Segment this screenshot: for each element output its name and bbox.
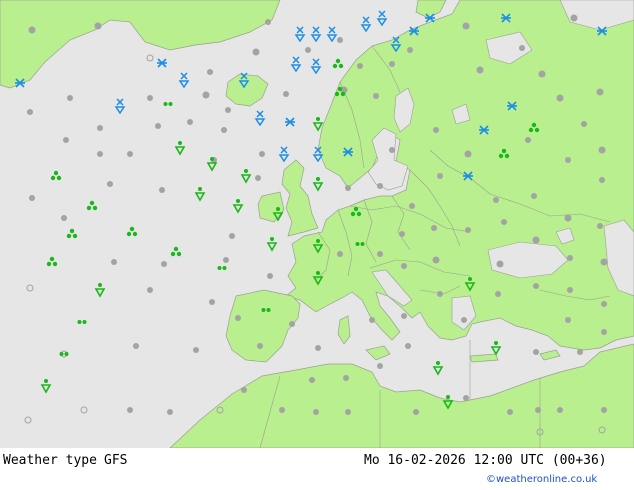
map-footer: Weather type GFS Mo 16-02-2026 12:00 UTC… <box>0 448 634 490</box>
map-title: Weather type <box>3 453 97 468</box>
credit-link[interactable]: ©weatheronline.co.uk <box>486 474 597 485</box>
model-name: GFS <box>104 453 128 468</box>
forecast-datetime: Mo 16-02-2026 12:00 UTC (00+36) <box>364 453 607 468</box>
weather-map <box>0 0 634 448</box>
